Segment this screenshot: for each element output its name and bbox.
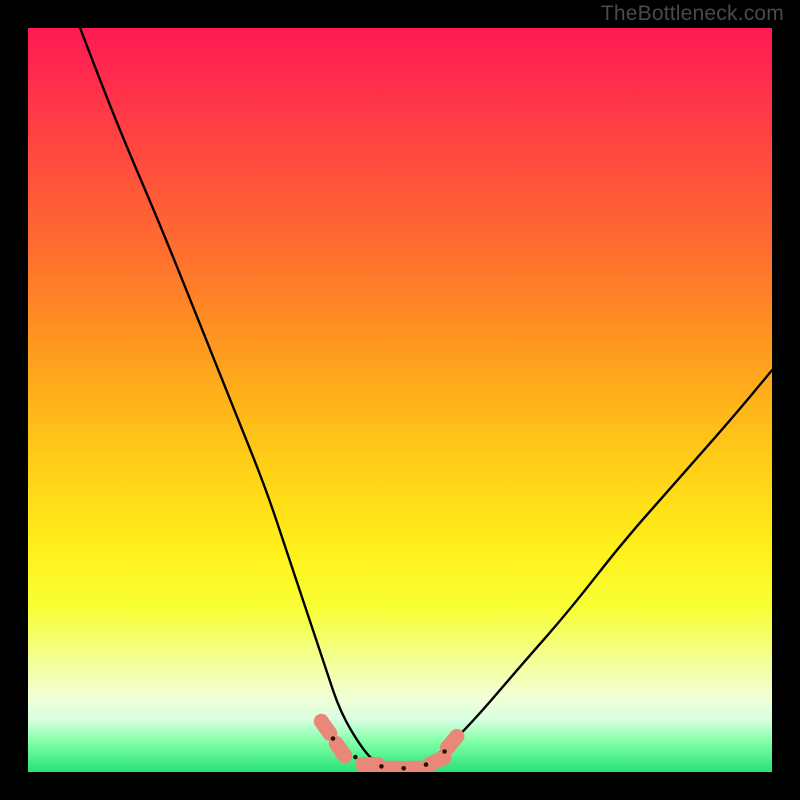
chart-frame: TheBottleneck.com xyxy=(0,0,800,800)
bottom-markers xyxy=(311,711,468,772)
marker-connector-dot xyxy=(353,755,358,760)
bottleneck-curve xyxy=(80,28,772,770)
watermark-text: TheBottleneck.com xyxy=(601,2,784,26)
plot-area xyxy=(28,28,772,772)
marker-connector-dot xyxy=(379,764,384,769)
marker-connector-dot xyxy=(424,762,429,767)
marker-connector-dot xyxy=(401,766,406,771)
marker-connector-dot xyxy=(331,736,336,741)
marker-connector-dot xyxy=(442,749,447,754)
chart-svg xyxy=(28,28,772,772)
